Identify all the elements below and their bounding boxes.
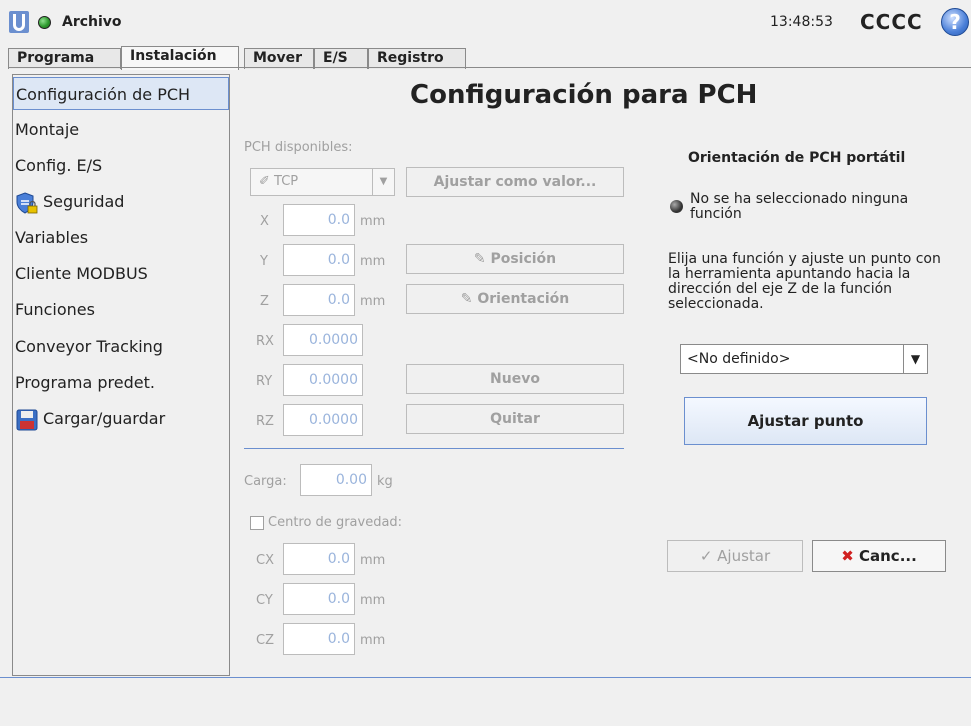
sidebar-item-conveyor[interactable]: Conveyor Tracking [13,330,229,363]
ry-field[interactable]: 0.0000 [283,364,363,396]
field-label: X [260,214,269,229]
teach-icon: ✎ [473,251,491,267]
z-field[interactable]: 0.0 [283,284,355,316]
unit-label: kg [377,474,393,489]
unit-label: mm [360,214,386,229]
sidebar-item-label: Cliente MODBUS [15,264,148,283]
position-button[interactable]: ✎ Posición [406,244,624,274]
sidebar-item-variables[interactable]: Variables [13,221,229,254]
sidebar-item-safety[interactable]: Seguridad [13,185,229,218]
sidebar-item-label: Config. E/S [15,156,103,175]
field-label: CY [256,593,273,608]
robot-name: CCCC [860,10,923,34]
set-default-button[interactable]: Ajustar como valor... [406,167,624,197]
no-feature-text: No se ha seleccionado ninguna función [690,191,909,222]
cx-field[interactable]: 0.0 [283,543,355,575]
field-label: RX [256,334,274,349]
cog-checkbox[interactable] [250,516,264,530]
apply-button[interactable]: ✓ Ajustar [667,540,803,572]
tab-es[interactable]: E/S [314,48,368,69]
rz-field[interactable]: 0.0000 [283,404,363,436]
sidebar-item-label: Variables [15,228,89,247]
chevron-down-icon: ▼ [903,345,927,373]
unit-label: mm [360,294,386,309]
divider [244,448,624,449]
rx-field[interactable]: 0.0000 [283,324,363,356]
instructions-text: Elija una función y ajuste un punto con … [668,251,941,312]
close-icon: ✖ [841,547,859,565]
available-tcp-label: PCH disponibles: [244,140,353,155]
orientation-button[interactable]: ✎ Orientación [406,284,624,314]
feature-select[interactable]: <No definido> ▼ [680,344,928,374]
top-bar: Archivo 13:48:53 CCCC ? [0,0,971,46]
unit-label: mm [360,593,386,608]
file-menu[interactable]: Archivo [62,14,122,30]
position-button-label: Posición [490,251,557,267]
page-title: Configuración para PCH [410,80,758,110]
field-label: RZ [256,414,274,429]
set-point-button[interactable]: Ajustar punto [684,397,927,445]
unit-label: mm [360,254,386,269]
cancel-button-label: Canc... [859,547,917,565]
sidebar-item-io-setup[interactable]: Config. E/S [13,149,229,182]
field-label: CX [256,553,274,568]
check-icon: ✓ [699,547,718,565]
sidebar-item-label: Montaje [15,120,80,139]
status-indicator-icon [38,16,51,29]
field-label: Y [260,254,268,269]
tab-programa[interactable]: Programa [8,48,121,69]
wrench-icon: ✐ [259,174,275,189]
tab-mover[interactable]: Mover [244,48,314,69]
footer-bar [0,678,971,726]
sidebar-item-load-save[interactable]: Cargar/guardar [13,402,229,435]
unit-label: mm [360,633,386,648]
sidebar-item-label: Funciones [15,300,95,319]
payload-label: Carga: [244,474,287,489]
sidebar-item-modbus[interactable]: Cliente MODBUS [13,257,229,290]
sidebar-item-mounting[interactable]: Montaje [13,113,229,146]
ur-logo-icon [9,11,29,33]
new-button[interactable]: Nuevo [406,364,624,394]
cy-field[interactable]: 0.0 [283,583,355,615]
remove-button[interactable]: Quitar [406,404,624,434]
apply-button-label: Ajustar [717,547,771,565]
feature-select-value: <No definido> [687,351,791,367]
unit-label: mm [360,553,386,568]
teach-icon: ✎ [460,291,478,307]
floppy-disk-icon [16,409,38,430]
tab-registro[interactable]: Registro [368,48,466,69]
orientation-button-label: Orientación [477,291,570,307]
radio-indicator-icon [670,200,683,213]
cancel-button[interactable]: ✖ Canc... [812,540,946,572]
cog-label: Centro de gravedad: [268,515,403,530]
chevron-down-icon: ▼ [372,169,394,195]
sidebar-item-label: Cargar/guardar [43,409,166,428]
tcp-select-value: TCP [274,174,299,189]
sidebar-item-label: Configuración de PCH [16,85,191,104]
sidebar-item-label: Seguridad [43,192,125,211]
cz-field[interactable]: 0.0 [283,623,355,655]
field-label: CZ [256,633,274,648]
orientation-title: Orientación de PCH portátil [688,150,906,166]
shield-lock-icon [16,191,38,214]
sidebar-item-label: Programa predet. [15,373,155,392]
sidebar-item-features[interactable]: Funciones [13,293,229,326]
payload-field[interactable]: 0.00 [300,464,372,496]
tcp-select[interactable]: ✐ TCP ▼ [250,168,395,196]
sidebar-item-label: Conveyor Tracking [15,337,163,356]
help-icon[interactable]: ? [941,8,969,36]
field-label: Z [260,294,269,309]
x-field[interactable]: 0.0 [283,204,355,236]
main-tabs: Programa Instalación Mover E/S Registro [8,46,971,70]
y-field[interactable]: 0.0 [283,244,355,276]
field-label: RY [256,374,273,389]
sidebar-item-tcp-config[interactable]: Configuración de PCH [13,77,229,110]
sidebar-item-default-program[interactable]: Programa predet. [13,366,229,399]
tab-divider [8,67,971,68]
clock: 13:48:53 [770,14,833,30]
tcp-config-panel: Configuración para PCH PCH disponibles: … [232,74,971,678]
installation-sidebar: Configuración de PCH Montaje Config. E/S… [12,74,230,676]
